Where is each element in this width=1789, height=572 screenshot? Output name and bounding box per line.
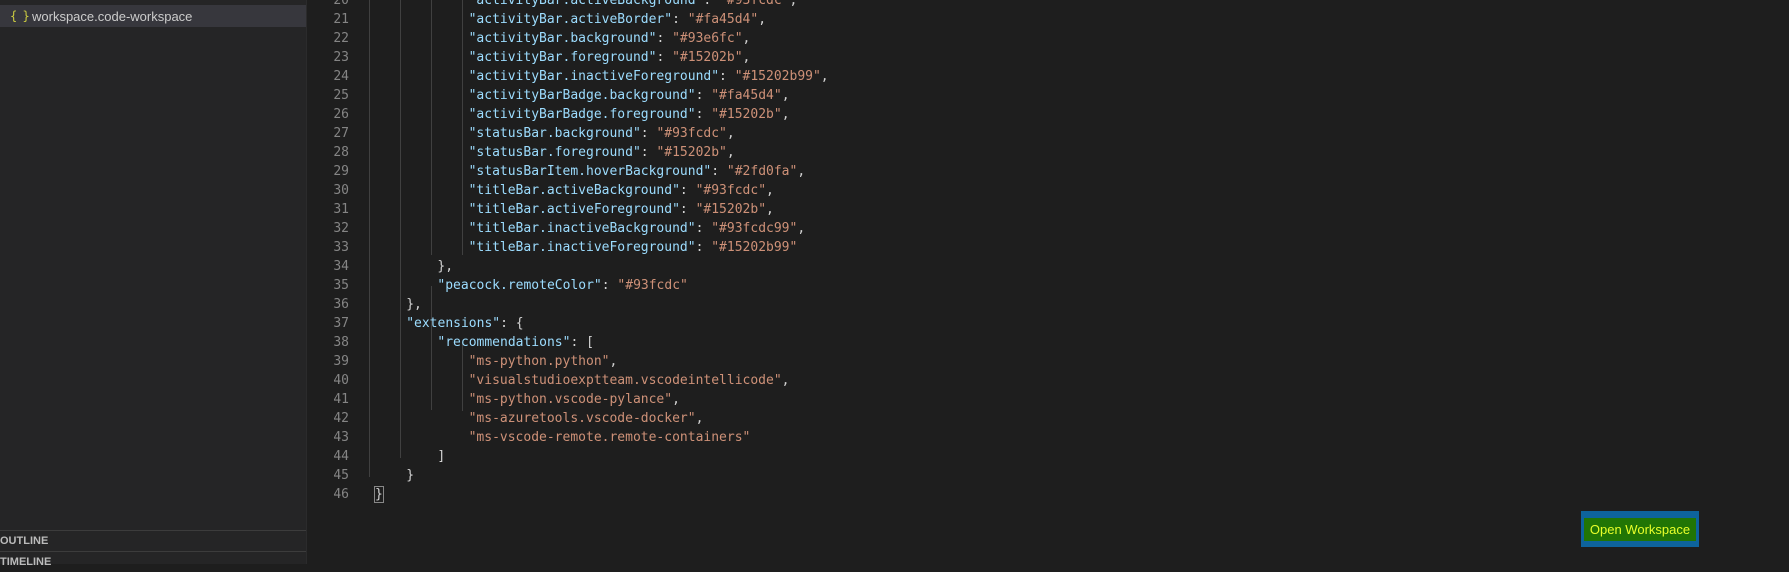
timeline-label: TIMELINE [0, 556, 52, 568]
indent-guide [369, 0, 370, 477]
code-text: "ms-python.python", [468, 354, 618, 369]
code-text: }, [406, 297, 422, 312]
code-text: "visualstudioexptteam.vscodeintellicode"… [468, 373, 790, 388]
line-number: 43 [333, 430, 349, 445]
indent-guide [400, 0, 401, 458]
line-number: 37 [333, 316, 349, 331]
code-text: "titleBar.inactiveBackground": "#93fcdc9… [468, 221, 806, 236]
code-text: "ms-python.vscode-pylance", [468, 392, 680, 407]
line-number: 24 [333, 69, 349, 84]
open-workspace-button[interactable]: Open Workspace [1583, 517, 1697, 541]
code-text: "statusBar.background": "#93fcdc", [468, 126, 735, 141]
code-text: "activityBarBadge.background": "#fa45d4"… [468, 88, 790, 103]
code-text: "statusBarItem.hoverBackground": "#2fd0f… [468, 164, 806, 179]
indent-guide [431, 0, 432, 255]
timeline-panel-header[interactable]: TIMELINE [0, 551, 306, 572]
code-text: ] [437, 449, 446, 464]
line-number: 29 [333, 164, 349, 179]
line-number: 44 [333, 449, 349, 464]
code-text: "activityBar.activeBorder": "#fa45d4", [468, 12, 767, 27]
line-number: 36 [333, 297, 349, 312]
code-text: } [374, 486, 384, 503]
file-name: workspace.code-workspace [32, 8, 193, 24]
code-text: "activityBar.foreground": "#15202b", [468, 50, 751, 65]
code-text: } [406, 468, 415, 483]
line-number: 42 [333, 411, 349, 426]
line-number: 28 [333, 145, 349, 160]
line-number: 30 [333, 183, 349, 198]
json-braces-icon: { } [10, 9, 30, 23]
indent-guide [431, 286, 432, 410]
line-number: 38 [333, 335, 349, 350]
code-text: "titleBar.activeForeground": "#15202b", [468, 202, 774, 217]
file-item-workspace[interactable]: { } workspace.code-workspace [0, 5, 306, 27]
code-text: "activityBar.background": "#93e6fc", [468, 31, 751, 46]
line-number: 31 [333, 202, 349, 217]
open-workspace-button-frame: Open Workspace [1581, 511, 1699, 547]
line-number: 33 [333, 240, 349, 255]
code-text: "titleBar.activeBackground": "#93fcdc", [468, 183, 774, 198]
line-number: 41 [333, 392, 349, 407]
line-number: 21 [333, 12, 349, 27]
line-number: 27 [333, 126, 349, 141]
code-text: "titleBar.inactiveForeground": "#15202b9… [468, 240, 798, 255]
code-text: "ms-vscode-remote.remote-containers" [468, 430, 751, 445]
code-text: "activityBar.activeBackground": "#93fcdc… [468, 0, 798, 8]
line-number: 34 [333, 259, 349, 274]
indent-guide [462, 343, 463, 411]
code-text: "activityBarBadge.foreground": "#15202b"… [468, 107, 790, 122]
line-number: 22 [333, 31, 349, 46]
indent-guide [462, 0, 463, 255]
line-number: 39 [333, 354, 349, 369]
line-number: 45 [333, 468, 349, 483]
code-text: }, [437, 259, 454, 274]
outline-panel-header[interactable]: OUTLINE [0, 530, 306, 551]
line-number: 20 [333, 0, 349, 8]
outline-label: OUTLINE [0, 535, 49, 547]
code-text: "ms-azuretools.vscode-docker", [468, 411, 704, 426]
code-text: "extensions": { [406, 316, 524, 331]
explorer-sidebar: { } workspace.code-workspace OUTLINE TIM… [0, 0, 307, 568]
code-text: "recommendations": [ [437, 335, 594, 350]
line-number: 46 [333, 487, 349, 502]
code-text: "activityBar.inactiveForeground": "#1520… [468, 69, 829, 84]
code-editor[interactable]: 20 "activityBar.activeBackground": "#93fc… [307, 0, 1789, 564]
line-number: 26 [333, 107, 349, 122]
line-number: 40 [333, 373, 349, 388]
code-text: "statusBar.foreground": "#15202b", [468, 145, 735, 160]
code-text: "peacock.remoteColor": "#93fcdc" [437, 278, 688, 293]
line-number: 23 [333, 50, 349, 65]
line-number: 35 [333, 278, 349, 293]
line-number: 32 [333, 221, 349, 236]
line-number: 25 [333, 88, 349, 103]
